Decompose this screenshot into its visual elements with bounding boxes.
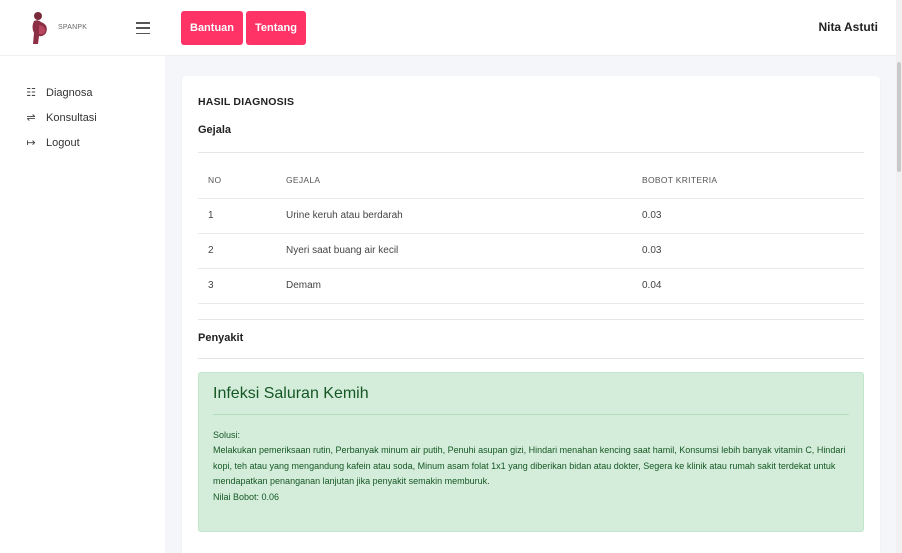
solusi-text: Melakukan pemeriksaan rutin, Perbanyak m… (213, 445, 846, 486)
sidebar-item-logout[interactable]: ↦ Logout (0, 130, 165, 155)
solusi-label: Solusi: (213, 429, 241, 440)
diagnosis-card: HASIL DIAGNOSIS Gejala NO GEJALA BOBOT K… (182, 76, 880, 553)
table-header-row: NO GEJALA BOBOT KRITERIA (198, 163, 864, 199)
pregnant-woman-logo-icon (24, 11, 54, 45)
sidebar-nav: ☷ Diagnosa ⇌ Konsultasi ↦ Logout (0, 56, 165, 155)
brand-name: SPANPK (58, 24, 88, 31)
cell-gejala: Nyeri saat buang air kecil (286, 233, 642, 269)
divider (198, 357, 864, 359)
tentang-button[interactable]: Tentang (246, 11, 306, 45)
table-row: 2 Nyeri saat buang air kecil 0.03 (198, 233, 864, 269)
table-row: 3 Demam 0.04 (198, 268, 864, 304)
topbar: Bantuan Tentang Nita Astuti (165, 0, 902, 56)
cell-bobot: 0.03 (642, 198, 864, 234)
sidebar-item-diagnosa[interactable]: ☷ Diagnosa (0, 80, 165, 105)
sidebar-item-label: Logout (46, 136, 80, 149)
cell-no: 3 (198, 268, 286, 304)
disease-name: Infeksi Saluran Kemih (213, 385, 849, 415)
user-name[interactable]: Nita Astuti (818, 20, 878, 34)
sidebar-item-label: Diagnosa (46, 86, 93, 99)
cell-bobot: 0.04 (642, 268, 864, 304)
diagnosis-result-alert: Infeksi Saluran Kemih Solusi: Melakukan … (198, 371, 864, 532)
page-title: HASIL DIAGNOSIS (198, 96, 295, 108)
column-header-bobot: BOBOT KRITERIA (642, 163, 864, 199)
logout-icon: ↦ (26, 136, 36, 149)
scrollbar-thumb[interactable] (897, 62, 901, 172)
sidebar: SPANPK ☷ Diagnosa ⇌ Konsultasi ↦ Logout (0, 0, 165, 553)
divider (198, 318, 864, 320)
penyakit-heading: Penyakit (198, 331, 244, 344)
gejala-table: NO GEJALA BOBOT KRITERIA 1 Urine keruh a… (198, 163, 864, 304)
table-row: 1 Urine keruh atau berdarah 0.03 (198, 198, 864, 234)
cell-gejala: Demam (286, 268, 642, 304)
column-header-no: NO (198, 163, 286, 199)
bantuan-button[interactable]: Bantuan (181, 11, 243, 45)
nilai-bobot: Nilai Bobot: 0.06 (213, 491, 280, 502)
page-scrollbar[interactable] (896, 0, 902, 553)
arrows-icon: ⇌ (26, 111, 36, 124)
grid-icon: ☷ (26, 86, 36, 99)
cell-gejala: Urine keruh atau berdarah (286, 198, 642, 234)
column-header-gejala: GEJALA (286, 163, 642, 199)
result-body: Solusi: Melakukan pemeriksaan rutin, Per… (213, 428, 849, 506)
cell-no: 1 (198, 198, 286, 234)
hamburger-menu-icon[interactable] (136, 22, 150, 34)
sidebar-item-konsultasi[interactable]: ⇌ Konsultasi (0, 105, 165, 130)
gejala-heading: Gejala (198, 124, 232, 136)
cell-bobot: 0.03 (642, 233, 864, 269)
sidebar-item-label: Konsultasi (46, 111, 97, 124)
divider (198, 152, 864, 153)
cell-no: 2 (198, 233, 286, 269)
